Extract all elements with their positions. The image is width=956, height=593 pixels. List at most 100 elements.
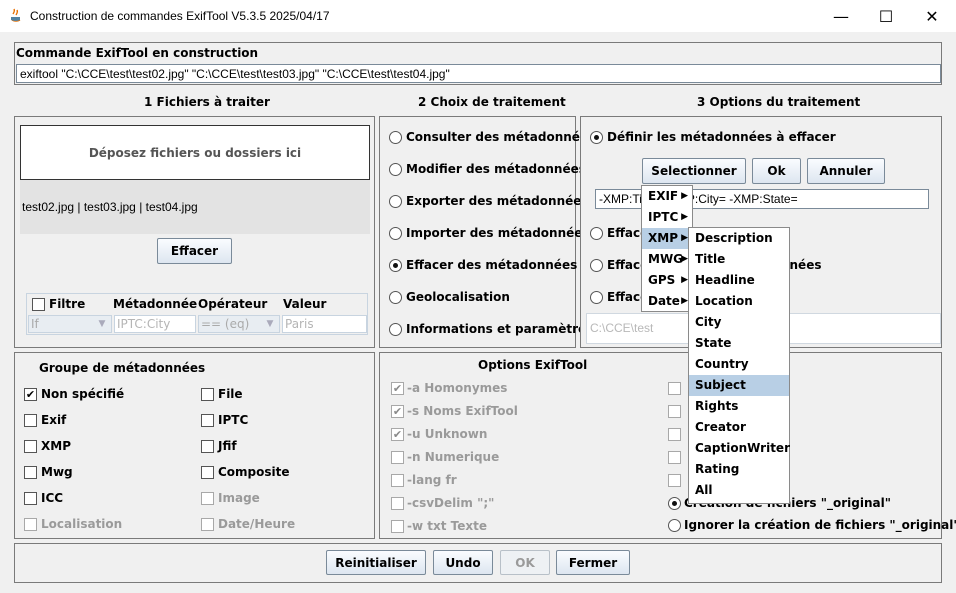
xmp-item-creator[interactable]: Creator	[689, 417, 789, 438]
xmp-item-all[interactable]: All	[689, 480, 789, 501]
group-checkbox-jfif[interactable]	[201, 440, 214, 453]
xmp-item-description[interactable]: Description	[689, 228, 789, 249]
filter-panel: Filtre Métadonnée Opérateur Valeur If ▼ …	[26, 293, 368, 335]
submenu-arrow-icon: ▶	[681, 212, 688, 222]
exiftool-option-label: -a Homonymes	[407, 381, 508, 395]
drop-zone[interactable]: Déposez fichiers ou dossiers ici	[20, 125, 370, 180]
metadata-input[interactable]: IPTC:City	[114, 315, 196, 333]
exiftool-option-label: -n Numerique	[407, 450, 500, 464]
section-files-title: 1 Fichiers à traiter	[144, 95, 270, 109]
clear-files-button[interactable]: Effacer	[157, 238, 232, 264]
right-option-checkbox-4[interactable]	[668, 451, 681, 464]
xmp-item-rating[interactable]: Rating	[689, 459, 789, 480]
group-checkbox-localisation[interactable]	[24, 518, 37, 531]
menu-item-mwg[interactable]: MWG ▶	[642, 249, 692, 270]
menu-item-gps[interactable]: GPS ▶	[642, 270, 692, 291]
exiftool-option-checkbox-n-numerique[interactable]	[391, 451, 404, 464]
exiftool-option-checkbox-u-unknown[interactable]: ✔	[391, 428, 404, 441]
group-checkbox-icc[interactable]	[24, 492, 37, 505]
operator-select[interactable]: == (eq) ▼	[198, 315, 280, 333]
group-checkbox-non-specifie[interactable]: ✔	[24, 388, 37, 401]
treatment-panel: Consulter des métadonnées Modifier des mé…	[379, 116, 595, 348]
exiftool-option-checkbox-lang-fr[interactable]	[391, 474, 404, 487]
erase-option-radio-4[interactable]	[590, 291, 603, 304]
group-popup-menu: EXIF ▶ IPTC ▶ XMP ▶ MWG ▶ GPS ▶ Date ▶	[641, 185, 693, 312]
maximize-button[interactable]: ☐	[863, 0, 909, 32]
right-option-checkbox-1[interactable]	[668, 382, 681, 395]
group-label: Localisation	[41, 517, 123, 531]
menu-item-exif[interactable]: EXIF ▶	[642, 186, 692, 207]
exiftool-option-checkbox-s-noms-exiftool[interactable]: ✔	[391, 405, 404, 418]
xmp-item-subject[interactable]: Subject	[689, 375, 789, 396]
window-title: Construction de commandes ExifTool V5.3.…	[30, 9, 330, 23]
group-label: XMP	[41, 439, 71, 453]
exiftool-option-checkbox-csvdelim[interactable]	[391, 497, 404, 510]
right-option-checkbox-3[interactable]	[668, 428, 681, 441]
group-checkbox-composite[interactable]	[201, 466, 214, 479]
xmp-item-state[interactable]: State	[689, 333, 789, 354]
reset-button[interactable]: Reinitialiser	[326, 550, 426, 575]
right-option-checkbox-2[interactable]	[668, 405, 681, 418]
exiftool-option-checkbox-w-txt-texte[interactable]	[391, 520, 404, 533]
group-checkbox-iptc[interactable]	[201, 414, 214, 427]
command-field[interactable]: exiftool "C:\CCE\test\test02.jpg" "C:\CC…	[16, 64, 941, 83]
xmp-item-country[interactable]: Country	[689, 354, 789, 375]
treatment-radio-consulter-des-metadonnees[interactable]	[389, 131, 402, 144]
treatment-radio-exporter-des-metadonnees[interactable]	[389, 195, 402, 208]
right-option-checkbox-5[interactable]	[668, 474, 681, 487]
menu-item-date[interactable]: Date ▶	[642, 291, 692, 312]
ignore-original-label: Ignorer la création de fichiers "_origin…	[684, 518, 956, 532]
xmp-item-title[interactable]: Title	[689, 249, 789, 270]
menu-item-label: GPS	[648, 273, 676, 287]
value-input[interactable]: Paris	[282, 315, 367, 333]
exiftool-options-title: Options ExifTool	[478, 358, 588, 372]
treatment-radio-effacer-des-metadonnees[interactable]	[389, 259, 402, 272]
group-checkbox-file[interactable]	[201, 388, 214, 401]
ok-button[interactable]: Ok	[752, 158, 801, 184]
treatment-radio-importer-des-metadonnees[interactable]	[389, 227, 402, 240]
treatment-radio-informations-et-parametres[interactable]	[389, 323, 402, 336]
exiftool-option-label: -u Unknown	[407, 427, 488, 441]
filter-checkbox[interactable]	[32, 298, 45, 311]
xmp-item-location[interactable]: Location	[689, 291, 789, 312]
group-checkbox-exif[interactable]	[24, 414, 37, 427]
erase-option-radio-2[interactable]	[590, 227, 603, 240]
close-main-button[interactable]: Fermer	[556, 550, 630, 575]
exiftool-option-checkbox-a-homonymes[interactable]: ✔	[391, 382, 404, 395]
xmp-item-captionwriter[interactable]: CaptionWriter	[689, 438, 790, 459]
close-button[interactable]: ✕	[909, 0, 955, 32]
section-choice-title: 2 Choix de traitement	[418, 95, 566, 109]
exiftool-option-label: -csvDelim ";"	[407, 496, 495, 510]
define-metadata-radio[interactable]	[590, 131, 603, 144]
if-select[interactable]: If ▼	[28, 315, 112, 333]
group-checkbox-mwg[interactable]	[24, 466, 37, 479]
xmp-item-city[interactable]: City	[689, 312, 789, 333]
select-button[interactable]: Selectionner	[642, 158, 746, 184]
treatment-label: Geolocalisation	[406, 290, 510, 304]
xmp-item-headline[interactable]: Headline	[689, 270, 789, 291]
cancel-button[interactable]: Annuler	[807, 158, 885, 184]
minimize-button[interactable]: —	[818, 0, 864, 32]
group-checkbox-xmp[interactable]	[24, 440, 37, 453]
group-checkbox-date-heure[interactable]	[201, 518, 214, 531]
ignore-original-radio[interactable]	[668, 519, 681, 532]
menu-item-label: MWG	[648, 252, 684, 266]
treatment-label: Importer des métadonnées	[406, 226, 590, 240]
xmp-item-rights[interactable]: Rights	[689, 396, 789, 417]
submenu-arrow-icon: ▶	[681, 191, 688, 201]
erase-all-radio[interactable]	[590, 259, 603, 272]
group-label: Image	[218, 491, 260, 505]
treatment-radio-geolocalisation[interactable]	[389, 291, 402, 304]
treatment-radio-modifier-des-metadonnees[interactable]	[389, 163, 402, 176]
group-label: Mwg	[41, 465, 73, 479]
col-operator-header: Opérateur	[198, 297, 268, 311]
exiftool-options-panel: Options ExifTool ✔ -a Homonymes ✔ -s Noms E…	[379, 352, 956, 539]
create-original-radio[interactable]	[668, 497, 681, 510]
menu-item-xmp[interactable]: XMP ▶	[642, 228, 692, 249]
group-label: Non spécifié	[41, 387, 125, 401]
chevron-down-icon: ▼	[98, 319, 106, 329]
ok-main-button[interactable]: OK	[500, 550, 550, 575]
menu-item-iptc[interactable]: IPTC ▶	[642, 207, 692, 228]
undo-button[interactable]: Undo	[433, 550, 493, 575]
group-checkbox-image[interactable]	[201, 492, 214, 505]
